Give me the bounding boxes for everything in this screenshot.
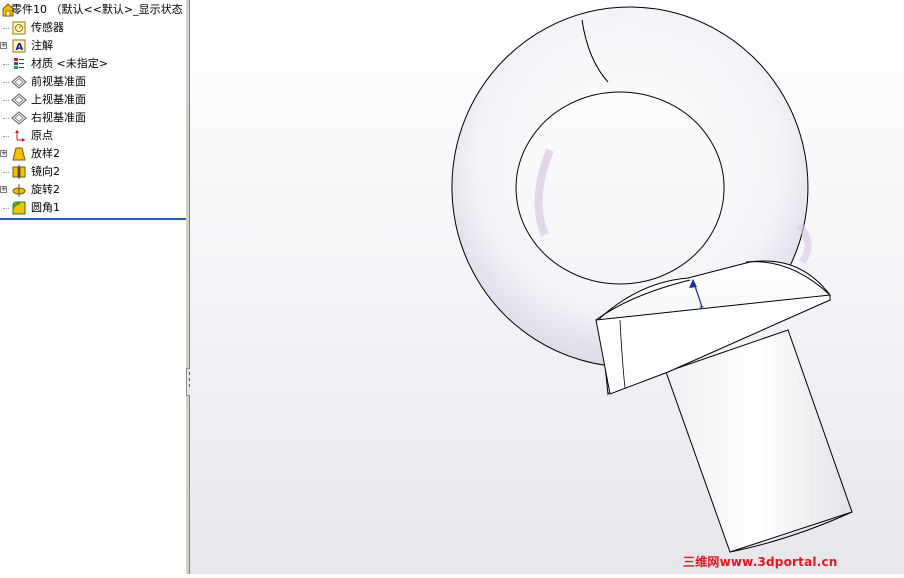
svg-text:*: * [699, 304, 704, 315]
tree-item[interactable]: 圆角1 [0, 199, 186, 217]
tree-connector [3, 172, 9, 173]
plane-icon [11, 111, 27, 125]
tree-item-label: 上视基准面 [31, 93, 86, 106]
tree-item-label: 圆角1 [31, 201, 60, 214]
sensor-icon [12, 21, 26, 35]
tree-item[interactable]: 材质 <未指定> [0, 55, 186, 73]
shaft [665, 329, 853, 553]
tree-root-part[interactable]: 零件10 （默认<<默认>_显示状态 [0, 1, 186, 19]
material-icon [14, 58, 24, 69]
tree-item-label: 旋转2 [31, 183, 60, 196]
rollback-bar[interactable] [0, 218, 186, 220]
tree-item[interactable]: 前视基准面 [0, 73, 186, 91]
tree-item[interactable]: 原点 [0, 127, 186, 145]
revolve-icon [12, 184, 26, 197]
tree-connector [3, 208, 9, 209]
expand-toggle[interactable]: + [0, 150, 7, 157]
expand-toggle[interactable]: + [0, 42, 7, 49]
feature-manager-tree: 零件10 （默认<<默认>_显示状态 传感器 + A 注解材质 <未指定> 前视基准面上… [0, 0, 187, 574]
plane-icon [11, 75, 27, 89]
tree-connector [3, 136, 9, 137]
mirror-icon [12, 165, 26, 179]
tree-item[interactable]: 传感器 [0, 19, 186, 37]
watermark: 三维网www.3dportal.cn [683, 555, 838, 569]
plane-icon [11, 93, 27, 107]
tree-item-label: 传感器 [31, 21, 64, 34]
origin-icon [15, 130, 25, 142]
tree-item-label: 右视基准面 [31, 111, 86, 124]
expand-toggle[interactable]: + [0, 186, 7, 193]
loft-icon [12, 147, 26, 161]
graphics-viewport[interactable]: * [190, 0, 904, 574]
fillet-icon [12, 201, 26, 215]
tree-item[interactable]: 上视基准面 [0, 91, 186, 109]
tree-item-label: 镜向2 [31, 165, 60, 178]
tree-connector [3, 118, 9, 119]
tree-item[interactable]: 镜向2 [0, 163, 186, 181]
tree-item-label: 原点 [31, 129, 53, 142]
tree-item[interactable]: 右视基准面 [0, 109, 186, 127]
tree-connector [3, 64, 9, 65]
tree-item-label: 前视基准面 [31, 75, 86, 88]
tree-item[interactable]: + A 注解 [0, 37, 186, 55]
tree-connector [3, 28, 9, 29]
eye-bolt-model: * [451, 6, 853, 553]
tree-item[interactable]: + 旋转2 [0, 181, 186, 199]
tree-item-label: 注解 [31, 39, 53, 52]
tree-root-label: 零件10 （默认<<默认>_显示状态 [11, 3, 183, 16]
tree-item[interactable]: + 放样2 [0, 145, 186, 163]
annotation-icon: A [12, 39, 26, 53]
tree-item-label: 放样2 [31, 147, 60, 160]
svg-text:A: A [16, 42, 24, 53]
tree-connector [3, 100, 9, 101]
tree-connector [3, 82, 9, 83]
tree-item-label: 材质 <未指定> [31, 57, 108, 70]
